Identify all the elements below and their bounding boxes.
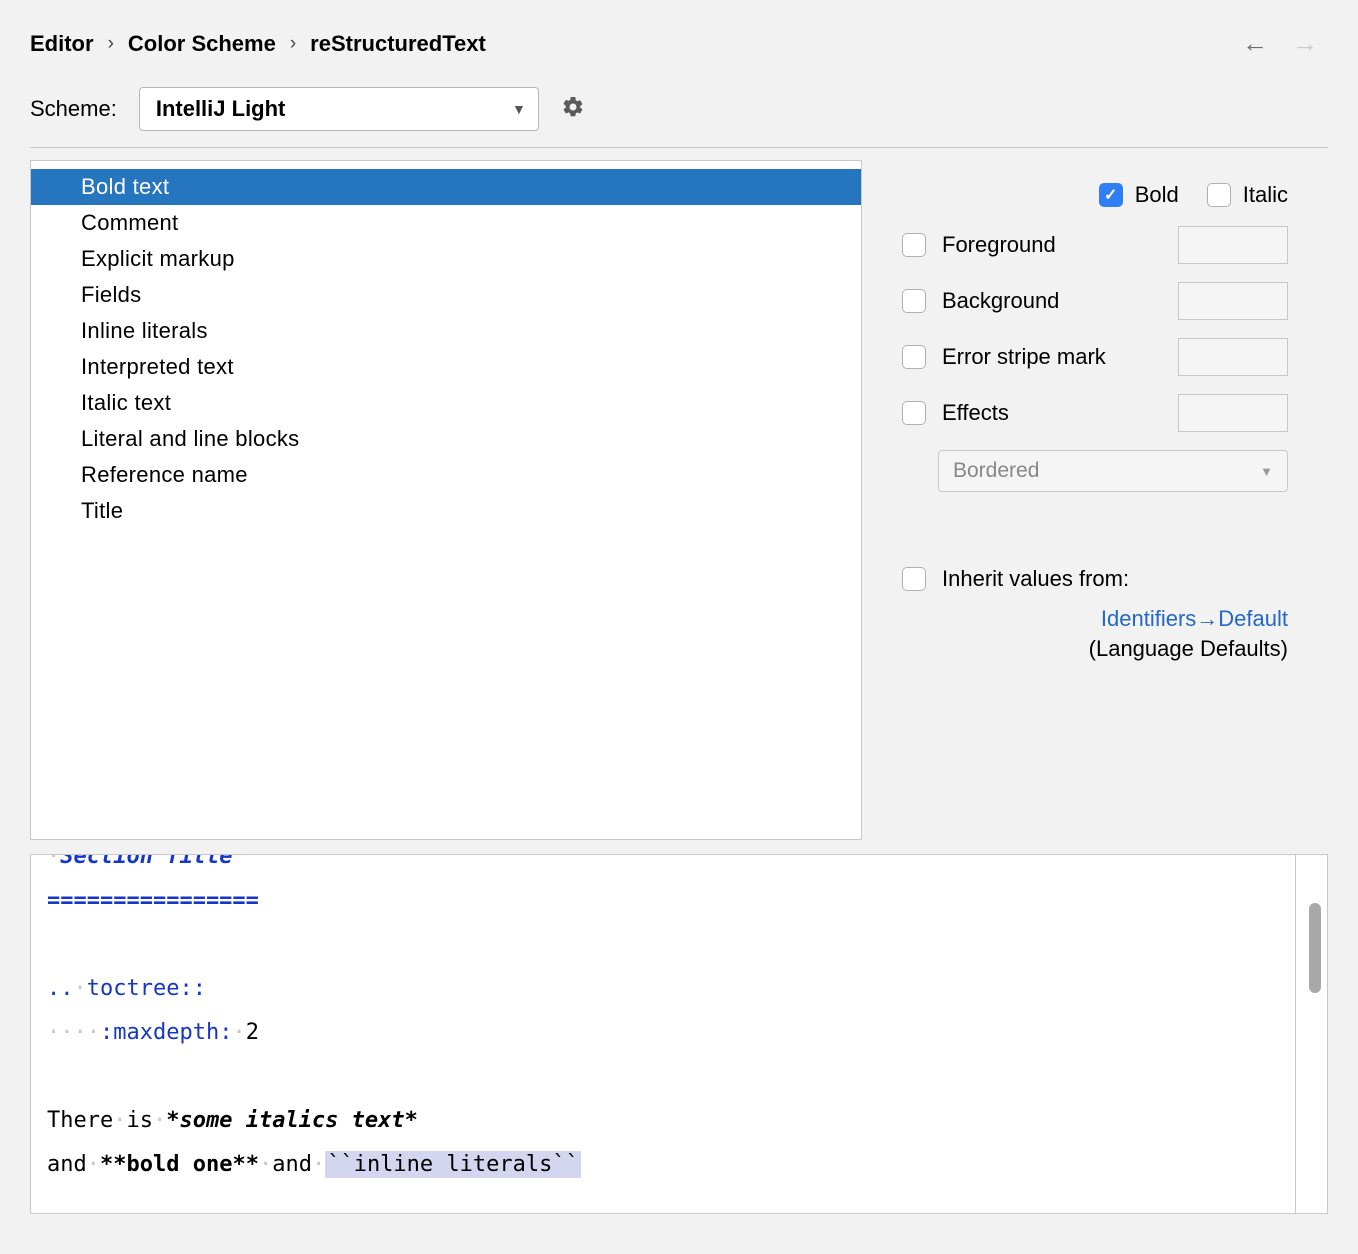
- chevron-down-icon: ▼: [1260, 464, 1273, 479]
- attribute-list-item[interactable]: Bold text: [31, 169, 861, 205]
- attribute-list-item[interactable]: Title: [31, 493, 861, 529]
- checkbox-icon: [1099, 183, 1123, 207]
- attribute-list-item[interactable]: Reference name: [31, 457, 861, 493]
- attribute-list-item[interactable]: Literal and line blocks: [31, 421, 861, 457]
- effects-label: Effects: [942, 400, 1009, 426]
- error-stripe-checkbox[interactable]: Error stripe mark: [902, 344, 1106, 370]
- italic-label: Italic: [1243, 182, 1288, 208]
- attribute-list-item[interactable]: Explicit markup: [31, 241, 861, 277]
- checkbox-icon: [902, 233, 926, 257]
- bold-checkbox[interactable]: Bold: [1099, 182, 1179, 208]
- breadcrumb-item[interactable]: Color Scheme: [128, 31, 276, 57]
- breadcrumb: Editor › Color Scheme › reStructuredText: [30, 31, 486, 57]
- preview-content: ·Section Title ================ ..·toctr…: [31, 855, 1295, 1213]
- checkbox-icon: [902, 345, 926, 369]
- checkbox-icon: [902, 567, 926, 591]
- preview-directive-prefix: ..: [47, 976, 74, 1001]
- effects-type-select: Bordered ▼: [938, 450, 1288, 492]
- gear-icon[interactable]: [561, 95, 585, 124]
- effects-checkbox[interactable]: Effects: [902, 400, 1009, 426]
- preview-directive: toctree::: [87, 976, 206, 1001]
- forward-arrow-icon: →: [1292, 28, 1318, 59]
- effects-color-swatch[interactable]: [1178, 394, 1288, 432]
- scrollbar-thumb[interactable]: [1309, 903, 1321, 993]
- background-checkbox[interactable]: Background: [902, 288, 1059, 314]
- foreground-label: Foreground: [942, 232, 1056, 258]
- scheme-value: IntelliJ Light: [156, 96, 286, 122]
- preview-bold-sample: **bold one**: [100, 1152, 259, 1177]
- preview-field: :maxdepth:: [100, 1020, 232, 1045]
- checkbox-icon: [902, 401, 926, 425]
- scheme-label: Scheme:: [30, 96, 117, 122]
- inherit-label: Inherit values from:: [942, 566, 1129, 592]
- inherit-sublabel: (Language Defaults): [902, 636, 1288, 662]
- effects-type-value: Bordered: [953, 459, 1039, 483]
- attribute-settings-panel: Bold Italic Foreground Background: [862, 160, 1328, 840]
- breadcrumb-item[interactable]: reStructuredText: [310, 31, 486, 57]
- error-stripe-color-swatch[interactable]: [1178, 338, 1288, 376]
- divider: [30, 147, 1328, 148]
- preview-editor[interactable]: ·Section Title ================ ..·toctr…: [30, 854, 1328, 1214]
- preview-title: Section Title: [60, 855, 232, 869]
- attribute-list-item[interactable]: Italic text: [31, 385, 861, 421]
- error-stripe-label: Error stripe mark: [942, 344, 1106, 370]
- chevron-down-icon: ▼: [512, 101, 526, 117]
- inherit-link[interactable]: Identifiers→Default: [902, 606, 1288, 632]
- foreground-color-swatch[interactable]: [1178, 226, 1288, 264]
- nav-arrows: ← →: [1242, 28, 1328, 59]
- checkbox-icon: [1207, 183, 1231, 207]
- preview-inline-literal: ``inline literals``: [325, 1151, 581, 1178]
- bold-label: Bold: [1135, 182, 1179, 208]
- preview-scrollbar[interactable]: [1295, 855, 1327, 1213]
- attribute-list-item[interactable]: Comment: [31, 205, 861, 241]
- back-arrow-icon[interactable]: ←: [1242, 28, 1268, 59]
- scheme-select[interactable]: IntelliJ Light ▼: [139, 87, 539, 131]
- attribute-list[interactable]: Bold textCommentExplicit markupFieldsInl…: [30, 160, 862, 840]
- background-label: Background: [942, 288, 1059, 314]
- italic-checkbox[interactable]: Italic: [1207, 182, 1288, 208]
- attribute-list-item[interactable]: Inline literals: [31, 313, 861, 349]
- background-color-swatch[interactable]: [1178, 282, 1288, 320]
- preview-field-value: 2: [246, 1020, 259, 1045]
- inherit-checkbox[interactable]: Inherit values from:: [902, 566, 1288, 592]
- breadcrumb-item[interactable]: Editor: [30, 31, 94, 57]
- breadcrumb-separator: ›: [290, 33, 296, 55]
- breadcrumb-separator: ›: [108, 33, 114, 55]
- attribute-list-item[interactable]: Interpreted text: [31, 349, 861, 385]
- foreground-checkbox[interactable]: Foreground: [902, 232, 1056, 258]
- preview-underline: ================: [47, 879, 1279, 923]
- attribute-list-item[interactable]: Fields: [31, 277, 861, 313]
- checkbox-icon: [902, 289, 926, 313]
- preview-italic-sample: *some italics text*: [166, 1108, 418, 1133]
